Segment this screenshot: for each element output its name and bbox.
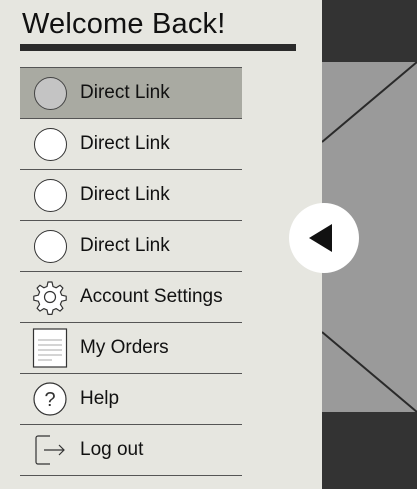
menu-item-direct-link-1[interactable]: Direct Link <box>20 67 242 118</box>
menu-item-label: Direct Link <box>80 184 170 205</box>
svg-text:?: ? <box>44 389 55 411</box>
navigation-drawer: Welcome Back! Direct Link Direct Link Di… <box>0 0 322 489</box>
menu-item-label: My Orders <box>80 337 169 358</box>
drawer-menu: Direct Link Direct Link Direct Link Dire… <box>20 67 242 476</box>
menu-item-help[interactable]: ? Help <box>20 373 242 424</box>
menu-item-label: Account Settings <box>80 286 223 307</box>
collapse-drawer-button[interactable] <box>289 203 359 273</box>
circle-icon <box>32 177 68 213</box>
drawer-title: Welcome Back! <box>22 8 226 40</box>
circle-icon <box>32 75 68 111</box>
menu-item-direct-link-2[interactable]: Direct Link <box>20 118 242 169</box>
menu-item-my-orders[interactable]: My Orders <box>20 322 242 373</box>
menu-item-label: Log out <box>80 439 144 460</box>
menu-item-label: Help <box>80 388 120 409</box>
triangle-left-icon <box>309 224 332 252</box>
menu-item-direct-link-3[interactable]: Direct Link <box>20 169 242 220</box>
title-underline <box>20 44 296 51</box>
menu-item-log-out[interactable]: Log out <box>20 424 242 476</box>
menu-item-account-settings[interactable]: Account Settings <box>20 271 242 322</box>
menu-item-label: Direct Link <box>80 133 170 154</box>
menu-item-label: Direct Link <box>80 235 170 256</box>
circle-icon <box>32 228 68 264</box>
menu-item-direct-link-4[interactable]: Direct Link <box>20 220 242 271</box>
logout-icon <box>32 432 68 468</box>
document-icon <box>32 328 68 368</box>
menu-item-label: Direct Link <box>80 82 170 103</box>
gear-icon <box>32 279 68 315</box>
question-icon: ? <box>32 381 68 417</box>
circle-icon <box>32 126 68 162</box>
